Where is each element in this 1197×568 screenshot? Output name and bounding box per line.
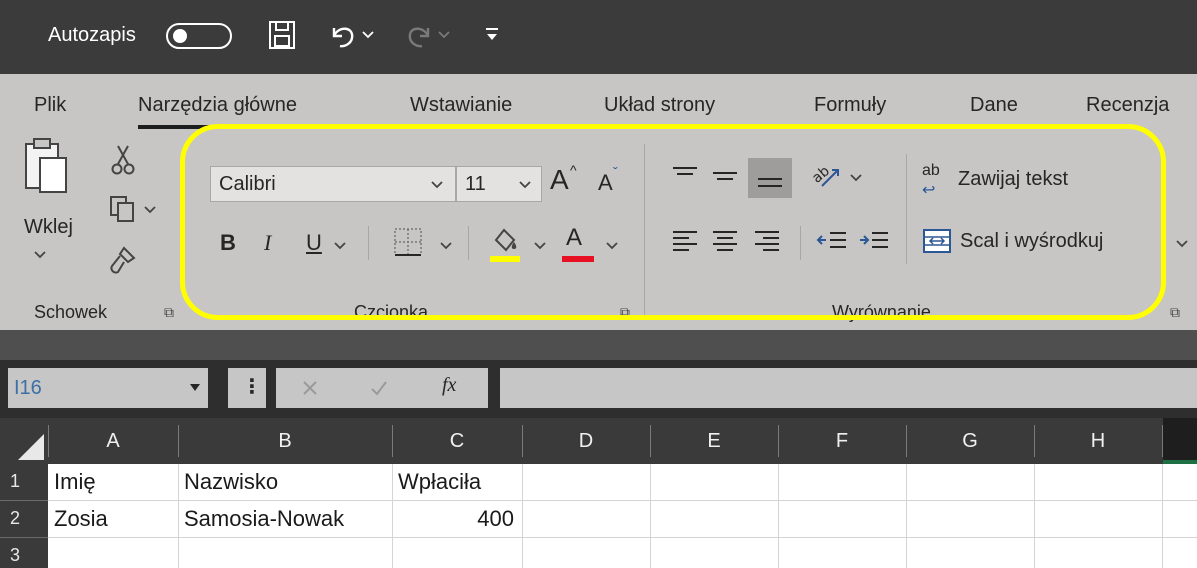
title-bar: Autozapis — [0, 0, 1197, 74]
toggle-knob — [173, 29, 187, 43]
clipboard-launcher-icon[interactable]: ⧉ — [164, 304, 174, 321]
name-box[interactable]: I16 — [8, 368, 208, 408]
cut-icon[interactable] — [110, 144, 136, 176]
alignment-launcher-icon[interactable]: ⧉ — [1170, 304, 1180, 321]
row-header-2[interactable]: 2 — [10, 508, 20, 529]
customize-icon[interactable] — [484, 26, 500, 44]
enter-icon[interactable] — [370, 380, 388, 396]
undo-dropdown-chevron-icon[interactable] — [362, 31, 374, 39]
merge-chevron-icon[interactable] — [1176, 240, 1188, 248]
tab-page-layout[interactable]: Układ strony — [604, 94, 715, 117]
column-header-b[interactable]: B — [178, 418, 392, 464]
grid-line — [48, 537, 1197, 538]
undo-icon[interactable] — [328, 20, 358, 50]
ribbon-bottom-band — [0, 330, 1197, 360]
grid-line — [650, 464, 651, 568]
tab-home[interactable]: Narzędzia główne — [138, 94, 297, 117]
cancel-icon[interactable] — [302, 380, 318, 396]
cell-c1[interactable]: Wpłaciła — [398, 464, 518, 500]
cell-a1[interactable]: Imię — [54, 464, 174, 500]
highlight-annotation — [180, 124, 1166, 320]
cell-b2[interactable]: Samosia-Nowak — [184, 501, 388, 537]
formula-buttons: fx — [276, 368, 488, 408]
tab-file[interactable]: Plik — [34, 94, 66, 117]
name-box-value: I16 — [14, 377, 42, 399]
row-header-separator — [0, 500, 48, 501]
tab-insert[interactable]: Wstawianie — [410, 94, 512, 117]
grid-line — [522, 464, 523, 568]
redo-icon[interactable] — [404, 20, 434, 50]
row-header-separator — [0, 537, 48, 538]
column-header-i[interactable] — [1163, 418, 1197, 464]
autosave-toggle[interactable] — [166, 23, 232, 49]
copy-chevron-icon[interactable] — [144, 206, 156, 214]
grid-line — [1162, 464, 1163, 568]
grid-line — [178, 464, 179, 568]
paste-chevron-icon[interactable] — [33, 250, 47, 260]
column-header-f[interactable]: F — [778, 418, 906, 464]
clipboard-group-label: Schowek — [34, 302, 108, 322]
ribbon: Plik Narzędzia główne Wstawianie Układ s… — [0, 74, 1197, 330]
column-header-g[interactable]: G — [906, 418, 1034, 464]
formula-bar-options[interactable]: ⋮ — [228, 368, 266, 408]
cell-c2[interactable]: 400 — [394, 501, 514, 537]
autosave-label: Autozapis — [48, 24, 136, 46]
row-header-1[interactable]: 1 — [10, 471, 20, 492]
column-header-a[interactable]: A — [48, 418, 178, 464]
formula-bar-row: I16 ⋮ fx — [0, 360, 1197, 418]
grid-line — [1034, 464, 1035, 568]
cell-b1[interactable]: Nazwisko — [184, 464, 388, 500]
column-header-h[interactable]: H — [1034, 418, 1162, 464]
column-header-c[interactable]: C — [392, 418, 522, 464]
tab-formulas[interactable]: Formuły — [814, 94, 886, 117]
grid-line — [778, 464, 779, 568]
tab-review[interactable]: Recenzja — [1086, 94, 1169, 117]
copy-icon[interactable] — [108, 194, 138, 224]
selected-column-indicator — [1163, 460, 1197, 464]
insert-function-icon[interactable]: fx — [442, 374, 456, 397]
column-header-e[interactable]: E — [650, 418, 778, 464]
format-painter-icon[interactable] — [106, 244, 138, 276]
formula-input[interactable] — [500, 368, 1197, 408]
grid-line — [906, 464, 907, 568]
more-options-icon: ⋮ — [242, 376, 262, 398]
cell-a2[interactable]: Zosia — [54, 501, 174, 537]
row-headers — [0, 464, 48, 568]
paste-label[interactable]: Wklej — [24, 216, 73, 239]
redo-dropdown-chevron-icon[interactable] — [438, 31, 450, 39]
name-box-dropdown-icon[interactable] — [190, 384, 200, 392]
paste-icon[interactable] — [22, 136, 70, 194]
row-header-3[interactable]: 3 — [10, 545, 20, 566]
select-all-icon[interactable] — [18, 434, 44, 460]
grid-line — [392, 464, 393, 568]
save-icon[interactable] — [268, 20, 296, 50]
tab-data[interactable]: Dane — [970, 94, 1018, 117]
column-header-d[interactable]: D — [522, 418, 650, 464]
